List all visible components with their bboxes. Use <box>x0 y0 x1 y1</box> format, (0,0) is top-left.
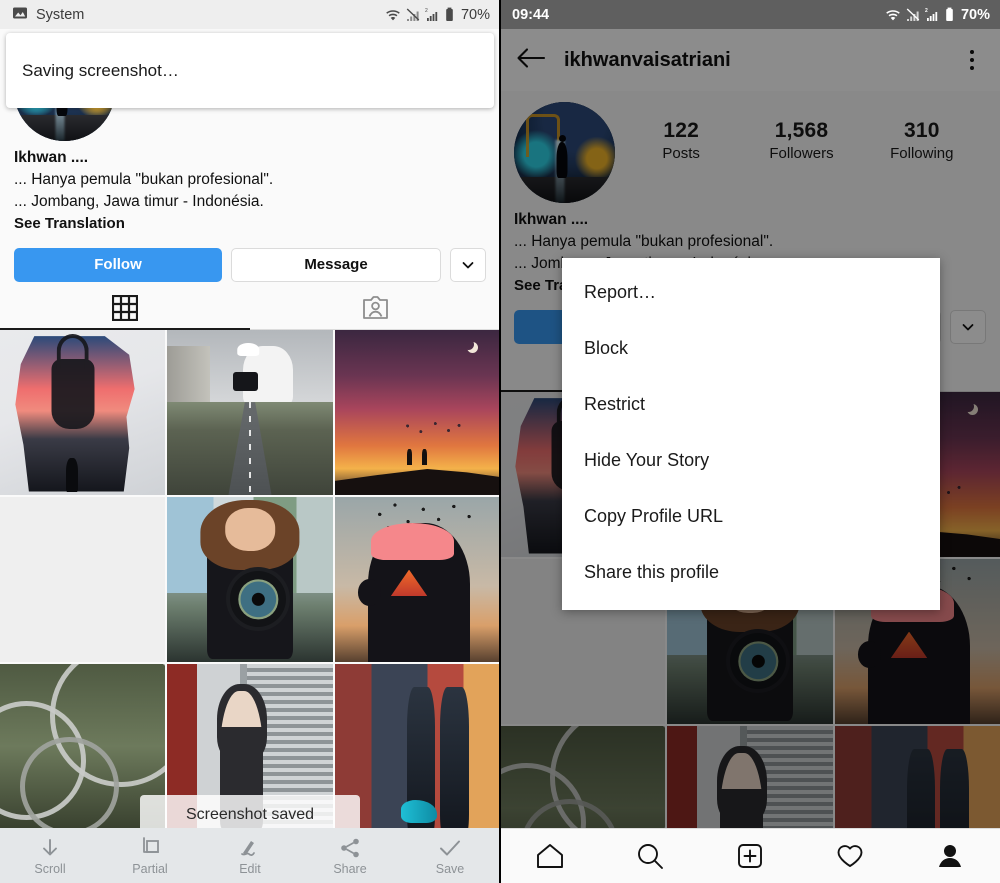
post-birds-silhouette-head[interactable] <box>334 496 500 663</box>
tool-partial[interactable]: Partial <box>100 836 200 876</box>
tool-scroll[interactable]: Scroll <box>0 836 100 876</box>
status-bar-icons-right: 2 70% <box>885 7 990 23</box>
bottom-navigation-bar <box>500 828 1000 883</box>
tool-share[interactable]: Share <box>300 836 400 876</box>
post-lantern-silhouette[interactable] <box>0 329 166 495</box>
tool-scroll-label: Scroll <box>34 861 66 876</box>
tab-grid[interactable] <box>0 292 250 329</box>
clock-time: 09:44 <box>512 6 550 23</box>
status-bar-app: System <box>12 5 385 25</box>
person-filled-icon <box>935 842 965 870</box>
screenshot-edit-toolbar: Scroll Partial Edit Share Save <box>0 828 500 883</box>
status-bar-right: 09:44 2 70% <box>500 0 1000 29</box>
signal-off-icon <box>906 7 920 22</box>
toast-message: Saving screenshot… <box>22 60 179 80</box>
share-icon <box>338 836 362 860</box>
saving-screenshot-toast: Saving screenshot… <box>6 33 494 108</box>
search-icon <box>635 842 665 870</box>
home-icon <box>535 842 565 870</box>
right-panel-instagram-profile: 09:44 2 70% ikhwanvaisatriani 122 Posts … <box>500 0 1000 883</box>
screenshot-saved-message: Screenshot saved <box>185 806 315 823</box>
profile-bio-line-1: ... Hanya pemula "bukan profesional". <box>14 171 274 188</box>
post-photographer-highway[interactable] <box>167 329 333 495</box>
tab-tagged[interactable] <box>250 292 500 329</box>
photo-grid-left <box>0 329 500 830</box>
wifi-icon <box>885 7 901 22</box>
battery-icon <box>945 7 954 22</box>
profile-tabs-left <box>0 292 500 330</box>
see-translation-link[interactable]: See Translation <box>14 213 486 236</box>
tool-edit[interactable]: Edit <box>200 836 300 876</box>
menu-item-share-this-profile[interactable]: Share this profile <box>562 544 940 600</box>
battery-icon <box>445 7 454 22</box>
tool-share-label: Share <box>333 861 367 876</box>
svg-text:2: 2 <box>925 8 928 14</box>
post-girl-camera-eye[interactable] <box>167 496 333 663</box>
tagged-person-icon <box>362 295 389 326</box>
svg-text:2: 2 <box>425 8 428 14</box>
battery-percent-right: 70% <box>960 6 990 23</box>
nav-create[interactable] <box>700 842 800 870</box>
check-icon <box>437 836 463 860</box>
image-icon <box>12 5 28 25</box>
panel-divider <box>499 0 501 883</box>
grid-icon <box>111 294 139 326</box>
signal-icon: 2 <box>425 7 440 22</box>
tool-edit-label: Edit <box>239 861 261 876</box>
chevron-down-icon <box>460 257 476 273</box>
nav-search[interactable] <box>600 842 700 870</box>
post-blank[interactable] <box>0 496 166 663</box>
status-bar-app-label: System <box>36 6 85 23</box>
left-panel-screenshot-capture: System 2 70% Saving screenshot… Ikhwan .… <box>0 0 500 883</box>
profile-options-menu: Report… Block Restrict Hide Your Story C… <box>562 258 940 610</box>
tool-save[interactable]: Save <box>400 836 500 876</box>
message-button[interactable]: Message <box>231 247 441 282</box>
menu-item-restrict[interactable]: Restrict <box>562 376 940 432</box>
nav-activity[interactable] <box>800 842 900 870</box>
heart-icon <box>835 842 865 870</box>
status-bar-clock: 09:44 <box>512 7 885 23</box>
pen-icon <box>237 836 263 860</box>
wifi-icon <box>385 7 401 22</box>
suggestions-chevron-button[interactable] <box>450 247 486 282</box>
arrow-down-icon <box>38 836 62 860</box>
menu-item-block[interactable]: Block <box>562 320 940 376</box>
profile-bio-line-2: ... Jombang, Jawa timur - Indonésia. <box>14 193 264 210</box>
profile-bio-left: Ikhwan .... ... Hanya pemula "bukan prof… <box>0 141 500 236</box>
battery-percent-left: 70% <box>460 6 490 23</box>
menu-item-hide-your-story[interactable]: Hide Your Story <box>562 432 940 488</box>
menu-item-copy-profile-url[interactable]: Copy Profile URL <box>562 488 940 544</box>
menu-item-report[interactable]: Report… <box>562 264 940 320</box>
tool-partial-label: Partial <box>132 861 168 876</box>
nav-profile[interactable] <box>900 842 1000 870</box>
follow-button[interactable]: Follow <box>14 247 222 282</box>
nav-home[interactable] <box>500 842 600 870</box>
tool-save-label: Save <box>435 861 465 876</box>
crop-icon <box>138 836 162 860</box>
profile-display-name: Ikhwan .... <box>14 149 89 166</box>
plus-box-icon <box>735 842 765 870</box>
screenshot-comparison: System 2 70% Saving screenshot… Ikhwan .… <box>0 0 1000 883</box>
post-sunset-hikers[interactable] <box>334 329 500 495</box>
profile-actions-left: Follow Message <box>0 236 500 282</box>
signal-icon: 2 <box>925 7 940 22</box>
status-bar-left: System 2 70% <box>0 0 500 29</box>
signal-off-icon <box>406 7 420 22</box>
status-bar-icons-left: 2 70% <box>385 7 490 23</box>
